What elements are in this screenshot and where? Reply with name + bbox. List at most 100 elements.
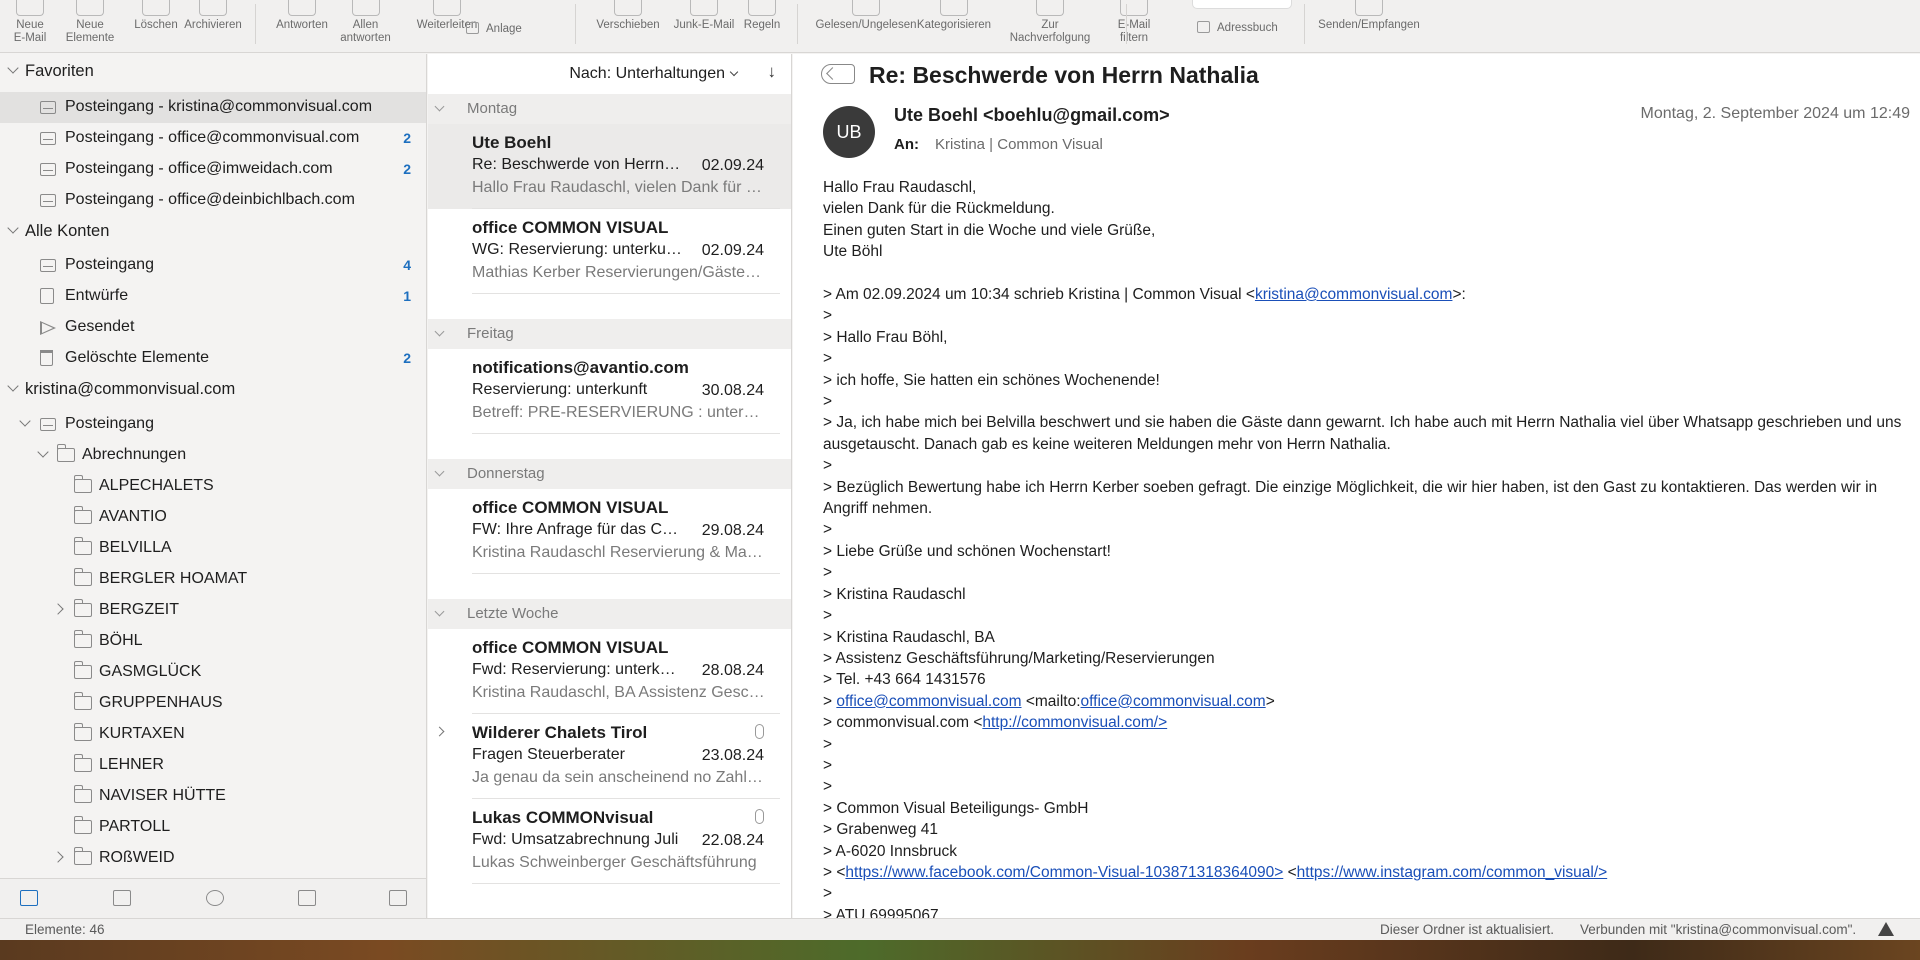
sort-direction-icon[interactable]: ↓ bbox=[768, 62, 777, 82]
mail-text: > Kristina Raudaschl bbox=[823, 585, 966, 603]
message-subject: Re: Beschwerde von Herrn Nathalia bbox=[472, 156, 682, 173]
toolbar-junk-button[interactable]: Junk-E-Mail bbox=[668, 0, 740, 53]
folder-b-hl[interactable]: BÖHL bbox=[0, 626, 426, 657]
mail-subject: Re: Beschwerde von Herrn Nathalia bbox=[869, 62, 1259, 88]
reply-icon bbox=[288, 0, 316, 16]
chevron-right-icon[interactable] bbox=[55, 851, 65, 861]
favorite-inbox-1[interactable]: Posteingang - kristina@commonvisual.com bbox=[0, 92, 426, 123]
all-accounts-sent[interactable]: Gesendet bbox=[0, 312, 426, 343]
all-accounts-header[interactable]: Alle Konten bbox=[0, 216, 426, 247]
folder-gasmgl-ck[interactable]: GASMGLÜCK bbox=[0, 657, 426, 688]
chevron-down-icon[interactable] bbox=[434, 606, 445, 617]
folder-kurtaxen[interactable]: KURTAXEN bbox=[0, 719, 426, 750]
account-header[interactable]: kristina@commonvisual.com bbox=[0, 374, 426, 405]
message-item[interactable]: Wilderer Chalets Tirol Fragen Steuerberat… bbox=[428, 714, 791, 799]
folder-belvilla[interactable]: BELVILLA bbox=[0, 533, 426, 564]
chevron-down-icon[interactable] bbox=[434, 326, 445, 337]
folder-avantio[interactable]: AVANTIO bbox=[0, 502, 426, 533]
recipient-name[interactable]: Kristina | Common Visual bbox=[935, 136, 1103, 153]
chevron-down-icon[interactable] bbox=[434, 466, 445, 477]
avatar[interactable]: UB bbox=[823, 106, 875, 158]
folder-abrechnungen[interactable]: Abrechnungen bbox=[0, 440, 426, 471]
chevron-down-icon[interactable] bbox=[434, 101, 445, 112]
toolbar-rules-button[interactable]: Regeln bbox=[740, 0, 784, 53]
message-sender: notifications@avantio.com bbox=[472, 358, 689, 377]
favorites-header[interactable]: Favoriten bbox=[0, 56, 426, 87]
message-item[interactable]: Lukas COMMONvisual Fwd: Umsatzabrechnung … bbox=[428, 799, 791, 884]
chevron-right-icon[interactable] bbox=[434, 726, 445, 737]
mail-body-line: vielen Dank für die Rückmeldung. bbox=[823, 198, 1913, 219]
folder-bergzeit[interactable]: BERGZEIT bbox=[0, 595, 426, 626]
sender-address[interactable]: Ute Boehl <boehlu@gmail.com> bbox=[894, 105, 1170, 126]
mail-text: > commonvisual.com < bbox=[823, 714, 983, 732]
mail-link[interactable]: office@commonvisual.com bbox=[1081, 693, 1266, 710]
calendar-module-icon[interactable] bbox=[113, 890, 131, 906]
toolbar-flag-button[interactable]: Zur Nachverfolgung bbox=[995, 0, 1105, 53]
chevron-down-icon[interactable] bbox=[8, 224, 18, 234]
favorite-inbox-4[interactable]: Posteingang - office@deinbichlbach.com bbox=[0, 185, 426, 216]
toolbar-reply-all-button[interactable]: Allen antworten bbox=[338, 0, 393, 53]
all-accounts-inbox[interactable]: Posteingang 4 bbox=[0, 250, 426, 281]
folder-bergler-hoamat[interactable]: BERGLER HOAMAT bbox=[0, 564, 426, 595]
folder-icon bbox=[73, 475, 92, 493]
chevron-down-icon[interactable] bbox=[8, 64, 18, 74]
toolbar-button-label: Kategorisieren bbox=[916, 19, 992, 31]
group-header-3[interactable]: Letzte Woche bbox=[428, 599, 791, 629]
favorite-inbox-2[interactable]: Posteingang - office@commonvisual.com 2 bbox=[0, 123, 426, 154]
message-item[interactable]: notifications@avantio.com Reservierung: u… bbox=[428, 349, 791, 434]
folder-alpechalets-label: ALPECHALETS bbox=[99, 477, 214, 494]
favorite-inbox-1-label: Posteingang - kristina@commonvisual.com bbox=[65, 98, 373, 115]
all-accounts-drafts[interactable]: Entwürfe 1 bbox=[0, 281, 426, 312]
toolbar-new-mail-button[interactable]: Neue E-Mail bbox=[10, 0, 50, 53]
all-accounts-trash[interactable]: Gelöschte Elemente 2 bbox=[0, 343, 426, 374]
toolbar-archive-button[interactable]: Archivieren bbox=[178, 0, 248, 53]
folder-lehner[interactable]: LEHNER bbox=[0, 750, 426, 781]
account-inbox[interactable]: Posteingang bbox=[0, 409, 426, 440]
folder-naviser-h-tte[interactable]: NAVISER HÜTTE bbox=[0, 781, 426, 812]
warning-icon[interactable] bbox=[1878, 922, 1894, 936]
toolbar-new-items-button[interactable]: Neue Elemente bbox=[62, 0, 118, 53]
mail-link[interactable]: office@commonvisual.com bbox=[836, 693, 1021, 710]
toolbar-move-button[interactable]: Verschieben bbox=[592, 0, 664, 53]
folder-partoll[interactable]: PARTOLL bbox=[0, 812, 426, 843]
message-preview: Hallo Frau Raudaschl, vielen Dank für di… bbox=[472, 179, 766, 196]
chevron-down-icon[interactable] bbox=[38, 448, 48, 458]
group-header-1[interactable]: Freitag bbox=[428, 319, 791, 349]
attachment-button[interactable]: Anlage bbox=[466, 22, 522, 35]
group-header-2[interactable]: Donnerstag bbox=[428, 459, 791, 489]
mail-module-icon[interactable] bbox=[20, 890, 38, 906]
toolbar-trash-button[interactable]: Löschen bbox=[126, 0, 186, 53]
mail-text: > Liebe Grüße und schönen Wochenstart! bbox=[823, 542, 1111, 560]
group-header-0[interactable]: Montag bbox=[428, 94, 791, 124]
contacts-module-icon[interactable] bbox=[206, 890, 224, 906]
toolbar-reply-button[interactable]: Antworten bbox=[272, 0, 332, 53]
folder-alpechalets[interactable]: ALPECHALETS bbox=[0, 471, 426, 502]
favorite-inbox-3[interactable]: Posteingang - office@imweidach.com 2 bbox=[0, 154, 426, 185]
toolbar-categorize-button[interactable]: Kategorisieren bbox=[904, 0, 1004, 53]
read-unread-icon bbox=[852, 0, 880, 16]
mail-link[interactable]: https://www.facebook.com/Common-Visual-1… bbox=[845, 864, 1283, 881]
mail-link[interactable]: kristina@commonvisual.com bbox=[1255, 286, 1452, 303]
toolbar-filter-button[interactable]: E-Mail filtern bbox=[1109, 0, 1159, 53]
chevron-down-icon[interactable] bbox=[8, 382, 18, 392]
toolbar-send-receive-button[interactable]: Senden/Empfangen bbox=[1314, 0, 1424, 53]
message-item[interactable]: office COMMON VISUAL FW: Ihre Anfrage für… bbox=[428, 489, 791, 574]
message-item[interactable]: office COMMON VISUAL WG: Reservierung: un… bbox=[428, 209, 791, 294]
search-field[interactable] bbox=[1192, 0, 1292, 9]
mail-body-line: > Kristina Raudaschl bbox=[823, 584, 1913, 605]
message-item[interactable]: office COMMON VISUAL Fwd: Reservierung: u… bbox=[428, 629, 791, 714]
tasks-module-icon[interactable] bbox=[298, 890, 316, 906]
address-book-button[interactable]: Adressbuch bbox=[1197, 21, 1278, 34]
mail-text: > ich hoffe, Sie hatten ein schönes Woch… bbox=[823, 371, 1160, 389]
chevron-right-icon[interactable] bbox=[55, 603, 65, 613]
message-item[interactable]: Ute Boehl Re: Beschwerde von Herrn Nathal… bbox=[428, 124, 791, 209]
mail-link[interactable]: https://www.instagram.com/common_visual/… bbox=[1297, 864, 1608, 881]
mail-body-line: > Kristina Raudaschl, BA bbox=[823, 627, 1913, 648]
notes-module-icon[interactable] bbox=[389, 890, 407, 906]
sort-dropdown[interactable]: Nach: Unterhaltungen bbox=[569, 65, 737, 83]
folder-ro-weid[interactable]: ROßWEID bbox=[0, 843, 426, 874]
mail-link[interactable]: http://commonvisual.com/> bbox=[982, 714, 1167, 731]
reading-pane: Re: Beschwerde von Herrn Nathalia UB Ute… bbox=[793, 54, 1920, 918]
folder-gruppenhaus[interactable]: GRUPPENHAUS bbox=[0, 688, 426, 719]
chevron-down-icon[interactable] bbox=[20, 417, 30, 427]
